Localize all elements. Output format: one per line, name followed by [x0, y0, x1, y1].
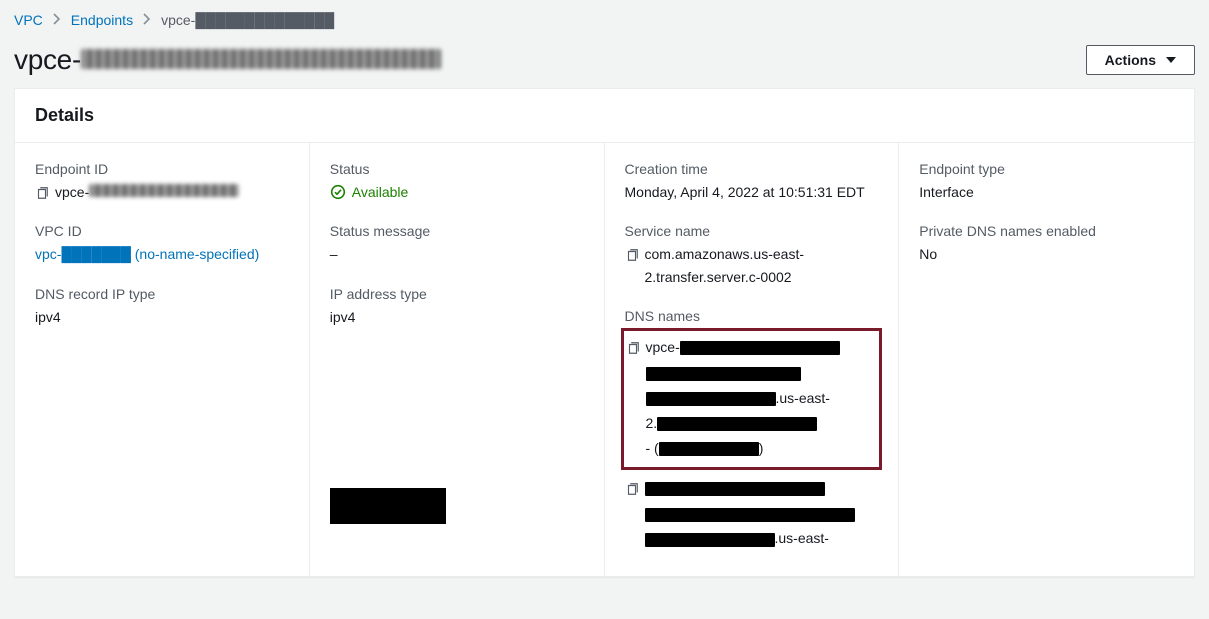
- service-name-label: Service name: [625, 223, 879, 239]
- actions-button[interactable]: Actions: [1086, 45, 1195, 75]
- chevron-right-icon: [143, 12, 151, 28]
- dns-names-highlight: vpce- .us-east- 2. - (): [621, 328, 883, 470]
- vpc-id-label: VPC ID: [35, 223, 289, 239]
- breadcrumb-endpoints[interactable]: Endpoints: [71, 12, 133, 28]
- copy-icon[interactable]: [625, 479, 639, 493]
- ip-address-type-value: ipv4: [330, 306, 584, 328]
- copy-icon[interactable]: [625, 246, 639, 260]
- dns-record-ip-type-value: ipv4: [35, 306, 289, 328]
- dns-name-1: vpce- .us-east- 2. - (): [646, 335, 840, 461]
- details-heading: Details: [35, 105, 1174, 126]
- copy-icon[interactable]: [626, 338, 640, 352]
- details-panel: Details Endpoint ID vpce-: [14, 88, 1195, 577]
- caret-down-icon: [1166, 57, 1176, 63]
- page-title: vpce-: [14, 44, 441, 76]
- status-message-value: –: [330, 243, 584, 265]
- check-circle-icon: [330, 184, 346, 200]
- breadcrumb-current: vpce-██████████████: [161, 12, 334, 28]
- service-name-value: com.amazonaws.us-east-2.transfer.server.…: [645, 243, 879, 288]
- creation-time-label: Creation time: [625, 161, 879, 177]
- redacted-block: [330, 488, 446, 524]
- private-dns-value: No: [919, 243, 1174, 265]
- endpoint-id-label: Endpoint ID: [35, 161, 289, 177]
- chevron-right-icon: [53, 12, 61, 28]
- endpoint-type-label: Endpoint type: [919, 161, 1174, 177]
- vpc-id-link[interactable]: vpc-███████ (no-name-specified): [35, 246, 259, 262]
- status-label: Status: [330, 161, 584, 177]
- panel-header: Details: [15, 89, 1194, 143]
- status-message-label: Status message: [330, 223, 584, 239]
- ip-address-type-label: IP address type: [330, 286, 584, 302]
- endpoint-type-value: Interface: [919, 181, 1174, 203]
- dns-name-2: .us-east-: [645, 476, 855, 552]
- private-dns-label: Private DNS names enabled: [919, 223, 1174, 239]
- breadcrumb-vpc[interactable]: VPC: [14, 12, 43, 28]
- status-value: Available: [352, 181, 409, 203]
- breadcrumb: VPC Endpoints vpce-██████████████: [14, 10, 1195, 44]
- dns-names-label: DNS names: [625, 308, 879, 324]
- copy-icon[interactable]: [35, 184, 49, 198]
- creation-time-value: Monday, April 4, 2022 at 10:51:31 EDT: [625, 181, 879, 203]
- dns-record-ip-type-label: DNS record IP type: [35, 286, 289, 302]
- endpoint-id-value: vpce-: [55, 181, 239, 203]
